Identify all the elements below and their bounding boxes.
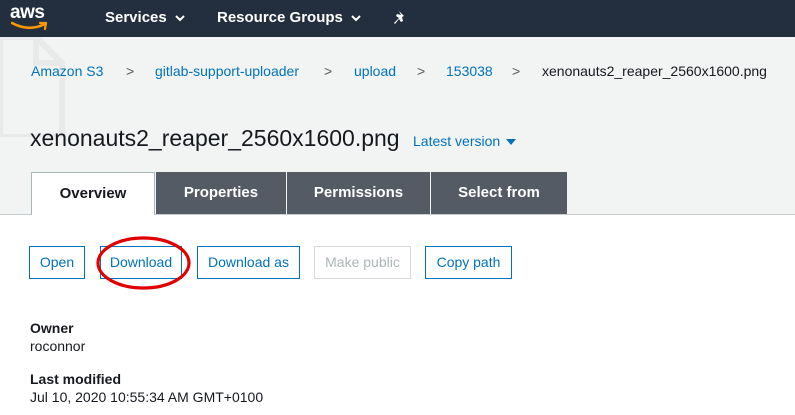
breadcrumb-folder-upload[interactable]: upload bbox=[354, 63, 396, 79]
download-as-button[interactable]: Download as bbox=[197, 246, 300, 279]
last-modified-value: Jul 10, 2020 10:55:34 AM GMT+0100 bbox=[30, 389, 264, 405]
tab-overview[interactable]: Overview bbox=[31, 172, 155, 215]
owner-label: Owner bbox=[30, 320, 74, 336]
page-title: xenonauts2_reaper_2560x1600.png bbox=[30, 125, 400, 151]
aws-logo[interactable]: aws bbox=[10, 2, 54, 32]
last-modified-label: Last modified bbox=[30, 371, 122, 387]
nav-services-label: Services bbox=[105, 9, 167, 26]
breadcrumb-folder-153038[interactable]: 153038 bbox=[446, 63, 493, 79]
caret-down-icon bbox=[506, 139, 517, 146]
copy-path-button[interactable]: Copy path bbox=[425, 246, 512, 279]
breadcrumb-separator: > bbox=[126, 63, 135, 79]
version-label: Latest version bbox=[413, 133, 501, 149]
breadcrumb-current-object: xenonauts2_reaper_2560x1600.png bbox=[542, 63, 767, 79]
breadcrumb-separator: > bbox=[324, 63, 333, 79]
version-selector[interactable]: Latest version bbox=[413, 133, 517, 149]
make-public-button[interactable]: Make public bbox=[314, 246, 411, 279]
breadcrumb-bucket[interactable]: gitlab-support-uploader bbox=[155, 63, 299, 79]
chevron-down-icon bbox=[175, 14, 185, 21]
tab-permissions[interactable]: Permissions bbox=[287, 172, 430, 214]
nav-resource-groups-menu[interactable]: Resource Groups bbox=[217, 0, 361, 37]
top-nav-bar: aws Services Resource Groups bbox=[0, 0, 795, 37]
tab-properties[interactable]: Properties bbox=[156, 172, 286, 214]
tab-select-from[interactable]: Select from bbox=[431, 172, 567, 214]
aws-smile-icon bbox=[11, 21, 48, 31]
pin-icon[interactable] bbox=[393, 10, 409, 26]
breadcrumb-amazon-s3[interactable]: Amazon S3 bbox=[31, 63, 103, 79]
breadcrumb-separator: > bbox=[512, 63, 521, 79]
open-button[interactable]: Open bbox=[29, 246, 85, 279]
breadcrumb-separator: > bbox=[417, 63, 426, 79]
nav-resource-groups-label: Resource Groups bbox=[217, 9, 343, 26]
chevron-down-icon bbox=[351, 14, 361, 21]
annotation-circle bbox=[96, 236, 191, 290]
nav-services-menu[interactable]: Services bbox=[105, 0, 185, 37]
document-watermark-icon bbox=[0, 37, 65, 137]
owner-value: roconnor bbox=[30, 338, 86, 354]
